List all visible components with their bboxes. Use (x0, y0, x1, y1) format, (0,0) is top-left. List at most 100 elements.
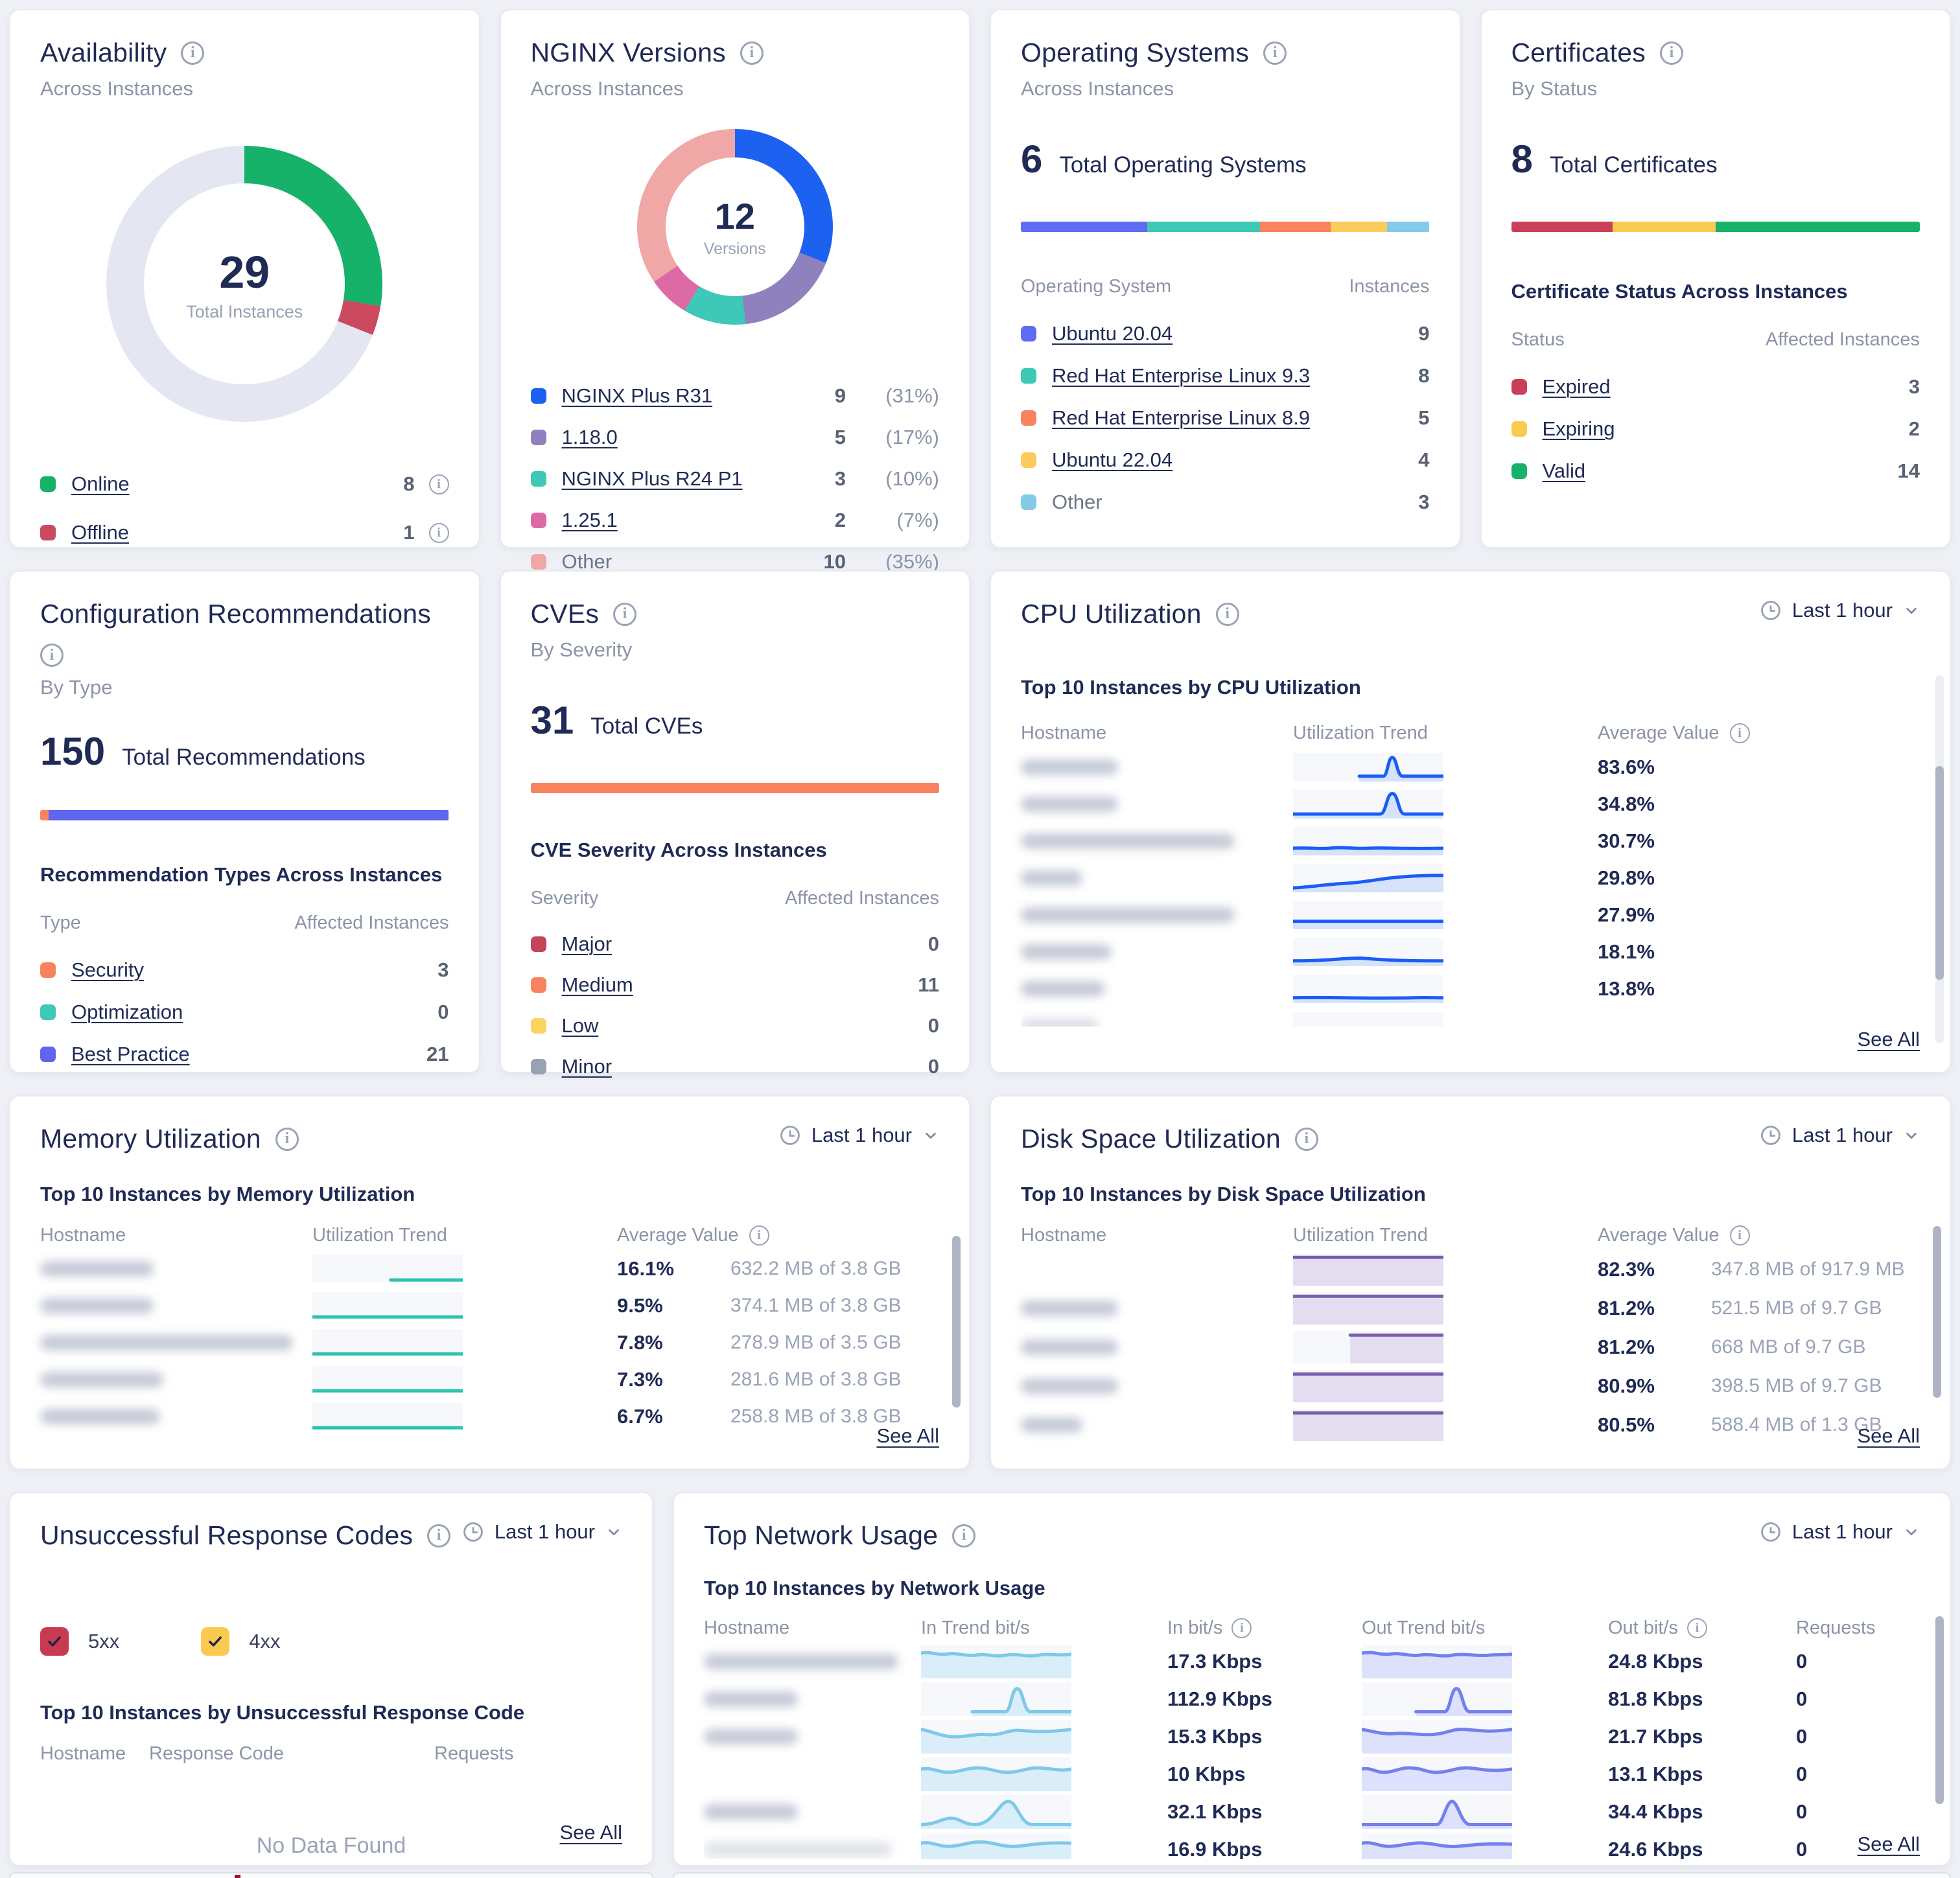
see-all-link[interactable]: See All (1857, 1424, 1920, 1448)
next-row-card-edge (673, 1872, 1951, 1878)
legend-row-offline: Offline 1 (40, 521, 449, 544)
table-row[interactable]: 81.2% 521.5 MB of 9.7 GB (1021, 1289, 1920, 1328)
info-icon[interactable] (40, 643, 64, 667)
info-icon[interactable] (275, 1128, 299, 1151)
info-icon[interactable] (429, 523, 449, 543)
cve-link[interactable]: Minor (562, 1055, 612, 1078)
time-range-dropdown[interactable]: Last 1 hour (779, 1124, 939, 1147)
rec-link[interactable]: Optimization (71, 1001, 183, 1024)
table-row-partial[interactable]: 16.9 Kbps 24.6 Kbps 0 (704, 1831, 1920, 1859)
cert-link[interactable]: Valid (1543, 459, 1586, 483)
bar-segment (49, 810, 449, 820)
5xx-checkbox[interactable] (40, 1627, 69, 1656)
table-row[interactable]: 32.1 Kbps 34.4 Kbps 0 (704, 1793, 1920, 1831)
legend-link[interactable]: NGINX Plus R24 P1 (562, 467, 743, 491)
availability-donut-chart[interactable]: 29 Total Instances (106, 146, 382, 422)
table-row[interactable]: 27.9% (1021, 896, 1920, 933)
info-icon[interactable] (1231, 1618, 1252, 1638)
info-icon[interactable] (1295, 1128, 1318, 1151)
hostname-redacted (40, 1372, 163, 1387)
legend-link[interactable]: NGINX Plus R31 (562, 384, 713, 408)
time-range-dropdown[interactable]: Last 1 hour (462, 1520, 622, 1544)
table-row[interactable]: 80.9% 398.5 MB of 9.7 GB (1021, 1367, 1920, 1406)
table-row[interactable]: 7.3% 281.6 MB of 3.8 GB (40, 1361, 939, 1398)
table-row[interactable]: 13.8% (1021, 970, 1920, 1007)
table-row[interactable]: 6.7% 258.8 MB of 3.8 GB (40, 1398, 939, 1435)
cve-row-medium: Medium 11 (531, 973, 940, 997)
table-row[interactable]: 34.8% (1021, 785, 1920, 822)
out-trend-sparkline (1362, 1645, 1512, 1678)
info-icon[interactable] (1263, 41, 1287, 65)
see-all-link[interactable]: See All (876, 1424, 939, 1448)
4xx-checkbox[interactable] (201, 1627, 229, 1656)
table-row[interactable]: 81.2% 668 MB of 9.7 GB (1021, 1328, 1920, 1367)
legend-swatch (1021, 410, 1036, 426)
top-network-usage-card: Top Network Usage Last 1 hour Top 10 Ins… (673, 1492, 1951, 1866)
table-row[interactable]: 29.8% (1021, 859, 1920, 896)
table-row[interactable]: 80.5% 588.4 MB of 1.3 GB (1021, 1406, 1920, 1444)
scrollbar-thumb[interactable] (1933, 1226, 1941, 1398)
see-all-link[interactable]: See All (1857, 1028, 1920, 1051)
hostname-redacted (1021, 1018, 1099, 1027)
table-row[interactable]: 82.3% 347.8 MB of 917.9 MB (1021, 1250, 1920, 1289)
cve-link[interactable]: Low (562, 1014, 599, 1038)
section-title: CVE Severity Across Instances (531, 839, 940, 862)
table-row[interactable]: 7.8% 278.9 MB of 3.5 GB (40, 1324, 939, 1361)
see-all-link[interactable]: See All (559, 1821, 622, 1844)
rec-link[interactable]: Best Practice (71, 1043, 190, 1066)
os-link[interactable]: Red Hat Enterprise Linux 8.9 (1052, 406, 1310, 430)
legend-swatch (531, 554, 546, 570)
info-icon[interactable] (1687, 1618, 1707, 1638)
rec-link[interactable]: Security (71, 958, 144, 982)
info-icon[interactable] (740, 41, 764, 65)
info-icon[interactable] (613, 603, 636, 626)
table-row[interactable]: 17.3 Kbps 24.8 Kbps 0 (704, 1643, 1920, 1680)
average-value: 81.2% (1598, 1336, 1711, 1359)
info-icon[interactable] (1216, 603, 1239, 626)
legend-link-offline[interactable]: Offline (71, 521, 129, 544)
os-link[interactable]: Red Hat Enterprise Linux 9.3 (1052, 364, 1310, 388)
info-icon[interactable] (1660, 41, 1683, 65)
table-row[interactable]: 83.6% (1021, 748, 1920, 785)
info-icon[interactable] (427, 1524, 450, 1548)
table-row[interactable]: 30.7% (1021, 822, 1920, 859)
os-link[interactable]: Ubuntu 22.04 (1052, 448, 1172, 472)
table-row[interactable]: 15.3 Kbps 21.7 Kbps 0 (704, 1718, 1920, 1756)
legend-swatch (531, 936, 546, 952)
table-row[interactable]: 9.5% 374.1 MB of 3.8 GB (40, 1287, 939, 1324)
cert-link[interactable]: Expired (1543, 375, 1611, 399)
scrollbar-thumb[interactable] (952, 1236, 961, 1408)
table-row-partial[interactable] (1021, 1007, 1920, 1026)
table-row[interactable]: 112.9 Kbps 81.8 Kbps 0 (704, 1680, 1920, 1718)
out-value: 13.1 Kbps (1608, 1763, 1796, 1786)
info-icon[interactable] (181, 41, 204, 65)
legend-swatch (531, 430, 546, 445)
table-row[interactable]: 10 Kbps 13.1 Kbps 0 (704, 1756, 1920, 1793)
cert-link[interactable]: Expiring (1543, 417, 1615, 441)
legend-link[interactable]: 1.18.0 (562, 426, 618, 449)
time-range-dropdown[interactable]: Last 1 hour (1760, 1520, 1920, 1544)
table-row[interactable]: 18.1% (1021, 933, 1920, 970)
info-icon[interactable] (429, 474, 449, 494)
cve-link[interactable]: Major (562, 933, 612, 956)
hostname-redacted (1021, 759, 1118, 775)
scrollbar-thumb[interactable] (1935, 1616, 1944, 1804)
scrollbar-thumb[interactable] (1935, 766, 1944, 980)
legend-swatch (40, 1004, 56, 1020)
legend-swatch (1021, 452, 1036, 468)
os-link[interactable]: Ubuntu 20.04 (1052, 322, 1172, 345)
time-range-dropdown[interactable]: Last 1 hour (1760, 1124, 1920, 1147)
row-count: 3 (438, 958, 449, 982)
table-row[interactable]: 16.1% 632.2 MB of 3.8 GB (40, 1250, 939, 1287)
legend-link[interactable]: 1.25.1 (562, 509, 618, 532)
see-all-link[interactable]: See All (1857, 1833, 1920, 1856)
info-icon[interactable] (1730, 723, 1750, 743)
requests-value: 0 (1796, 1650, 1920, 1673)
info-icon[interactable] (952, 1524, 975, 1548)
cve-link[interactable]: Medium (562, 973, 633, 997)
info-icon[interactable] (749, 1225, 769, 1246)
info-icon[interactable] (1730, 1225, 1750, 1246)
time-range-dropdown[interactable]: Last 1 hour (1760, 599, 1920, 622)
nginx-versions-donut-chart[interactable]: 12 Versions (637, 129, 833, 325)
legend-link-online[interactable]: Online (71, 472, 130, 496)
